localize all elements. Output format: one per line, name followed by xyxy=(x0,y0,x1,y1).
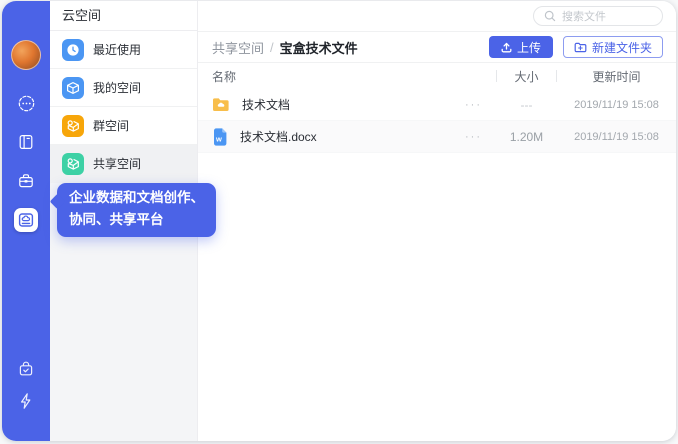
toolbar: 共享空间 / 宝盒技术文件 上传 新建文件夹 xyxy=(198,32,676,63)
cloud-drive-icon xyxy=(18,213,34,227)
file-name-cell: 技术文档 ··· xyxy=(212,96,496,113)
file-name: 技术文档.docx xyxy=(240,130,317,144)
lightning-icon[interactable] xyxy=(14,389,38,413)
new-folder-button[interactable]: 新建文件夹 xyxy=(562,36,663,58)
chat-icon xyxy=(18,95,34,111)
upload-icon xyxy=(501,42,512,52)
share-space-icon xyxy=(62,152,84,175)
sidebar-title: 云空间 xyxy=(50,1,197,31)
notebook-icon xyxy=(19,134,33,150)
rail-bottom xyxy=(14,357,38,421)
group-space-icon xyxy=(62,114,84,137)
breadcrumb-current: 宝盒技术文件 xyxy=(279,40,358,56)
chat-icon[interactable] xyxy=(14,91,38,115)
search-icon xyxy=(544,10,556,22)
svg-text:w: w xyxy=(215,134,222,143)
table-row[interactable]: w 技术文档.docx ··· 1.20M 2019/11/19 15:08 xyxy=(198,121,676,153)
sidebar-item-group-space[interactable]: 群空间 xyxy=(50,107,197,145)
topbar: 搜索文件 xyxy=(198,1,676,32)
file-size: --- xyxy=(520,97,533,112)
bag-check-icon xyxy=(19,361,33,376)
file-updated: 2019/11/19 15:08 xyxy=(574,130,659,143)
upload-label: 上传 xyxy=(516,40,541,55)
lightning-icon xyxy=(21,393,31,409)
word-doc-icon: w xyxy=(214,127,227,146)
file-name-cell: w 技术文档.docx ··· xyxy=(212,127,496,146)
cloud-drive-icon[interactable] xyxy=(14,208,38,232)
file-name: 技术文档 xyxy=(242,98,291,112)
file-updated: 2019/11/19 15:08 xyxy=(574,98,659,111)
sidebar-item-label: 群空间 xyxy=(93,119,130,133)
briefcase-icon[interactable] xyxy=(14,169,38,193)
sidebar-item-label: 最近使用 xyxy=(93,43,142,57)
briefcase-icon xyxy=(19,174,33,188)
cube-icon xyxy=(62,76,84,99)
more-actions-button[interactable]: ··· xyxy=(465,99,482,111)
tooltip-line2: 协同、共享平台 xyxy=(69,212,164,227)
clock-icon xyxy=(62,38,84,61)
feature-tooltip: 企业数据和文档创作、 协同、共享平台 xyxy=(49,183,216,237)
sidebar-item-my-space[interactable]: 我的空间 xyxy=(50,69,197,107)
avatar[interactable] xyxy=(11,40,41,70)
bag-check-icon[interactable] xyxy=(14,357,38,381)
column-header-size: 大小 xyxy=(496,68,557,85)
folder-icon xyxy=(213,98,229,111)
sidebar-item-shared-space[interactable]: 共享空间 xyxy=(50,145,197,183)
table-header: 名称 大小 更新时间 xyxy=(198,63,676,89)
upload-button[interactable]: 上传 xyxy=(488,36,553,58)
sidebar-item-recent[interactable]: 最近使用 xyxy=(50,31,197,69)
column-header-updated: 更新时间 xyxy=(592,69,641,84)
breadcrumb: 共享空间 / 宝盒技术文件 xyxy=(212,38,358,57)
sidebar-item-label: 共享空间 xyxy=(93,157,142,171)
notebook-icon[interactable] xyxy=(14,130,38,154)
left-rail xyxy=(2,1,50,441)
file-size: 1.20M xyxy=(509,129,544,144)
new-folder-label: 新建文件夹 xyxy=(591,40,652,55)
table-row[interactable]: 技术文档 ··· --- 2019/11/19 15:08 xyxy=(198,89,676,121)
sidebar-item-label: 我的空间 xyxy=(93,81,142,95)
tooltip-line1: 企业数据和文档创作、 xyxy=(69,190,204,205)
toolbar-actions: 上传 新建文件夹 xyxy=(488,36,663,58)
search-input[interactable]: 搜索文件 xyxy=(533,6,663,26)
breadcrumb-parent[interactable]: 共享空间 xyxy=(212,38,264,57)
breadcrumb-separator: / xyxy=(270,39,274,55)
column-header-name: 名称 xyxy=(212,69,237,84)
main-content: 搜索文件 共享空间 / 宝盒技术文件 上传 新建文件夹 名称 大小 更新时间 技… xyxy=(198,1,676,441)
app-window: 云空间 最近使用 我的空间 群空间 共享空间 企业数据和文档创作、 协同、共享平… xyxy=(2,1,676,441)
search-placeholder: 搜索文件 xyxy=(562,11,606,23)
more-actions-button[interactable]: ··· xyxy=(465,131,482,143)
folder-plus-icon xyxy=(574,42,587,52)
